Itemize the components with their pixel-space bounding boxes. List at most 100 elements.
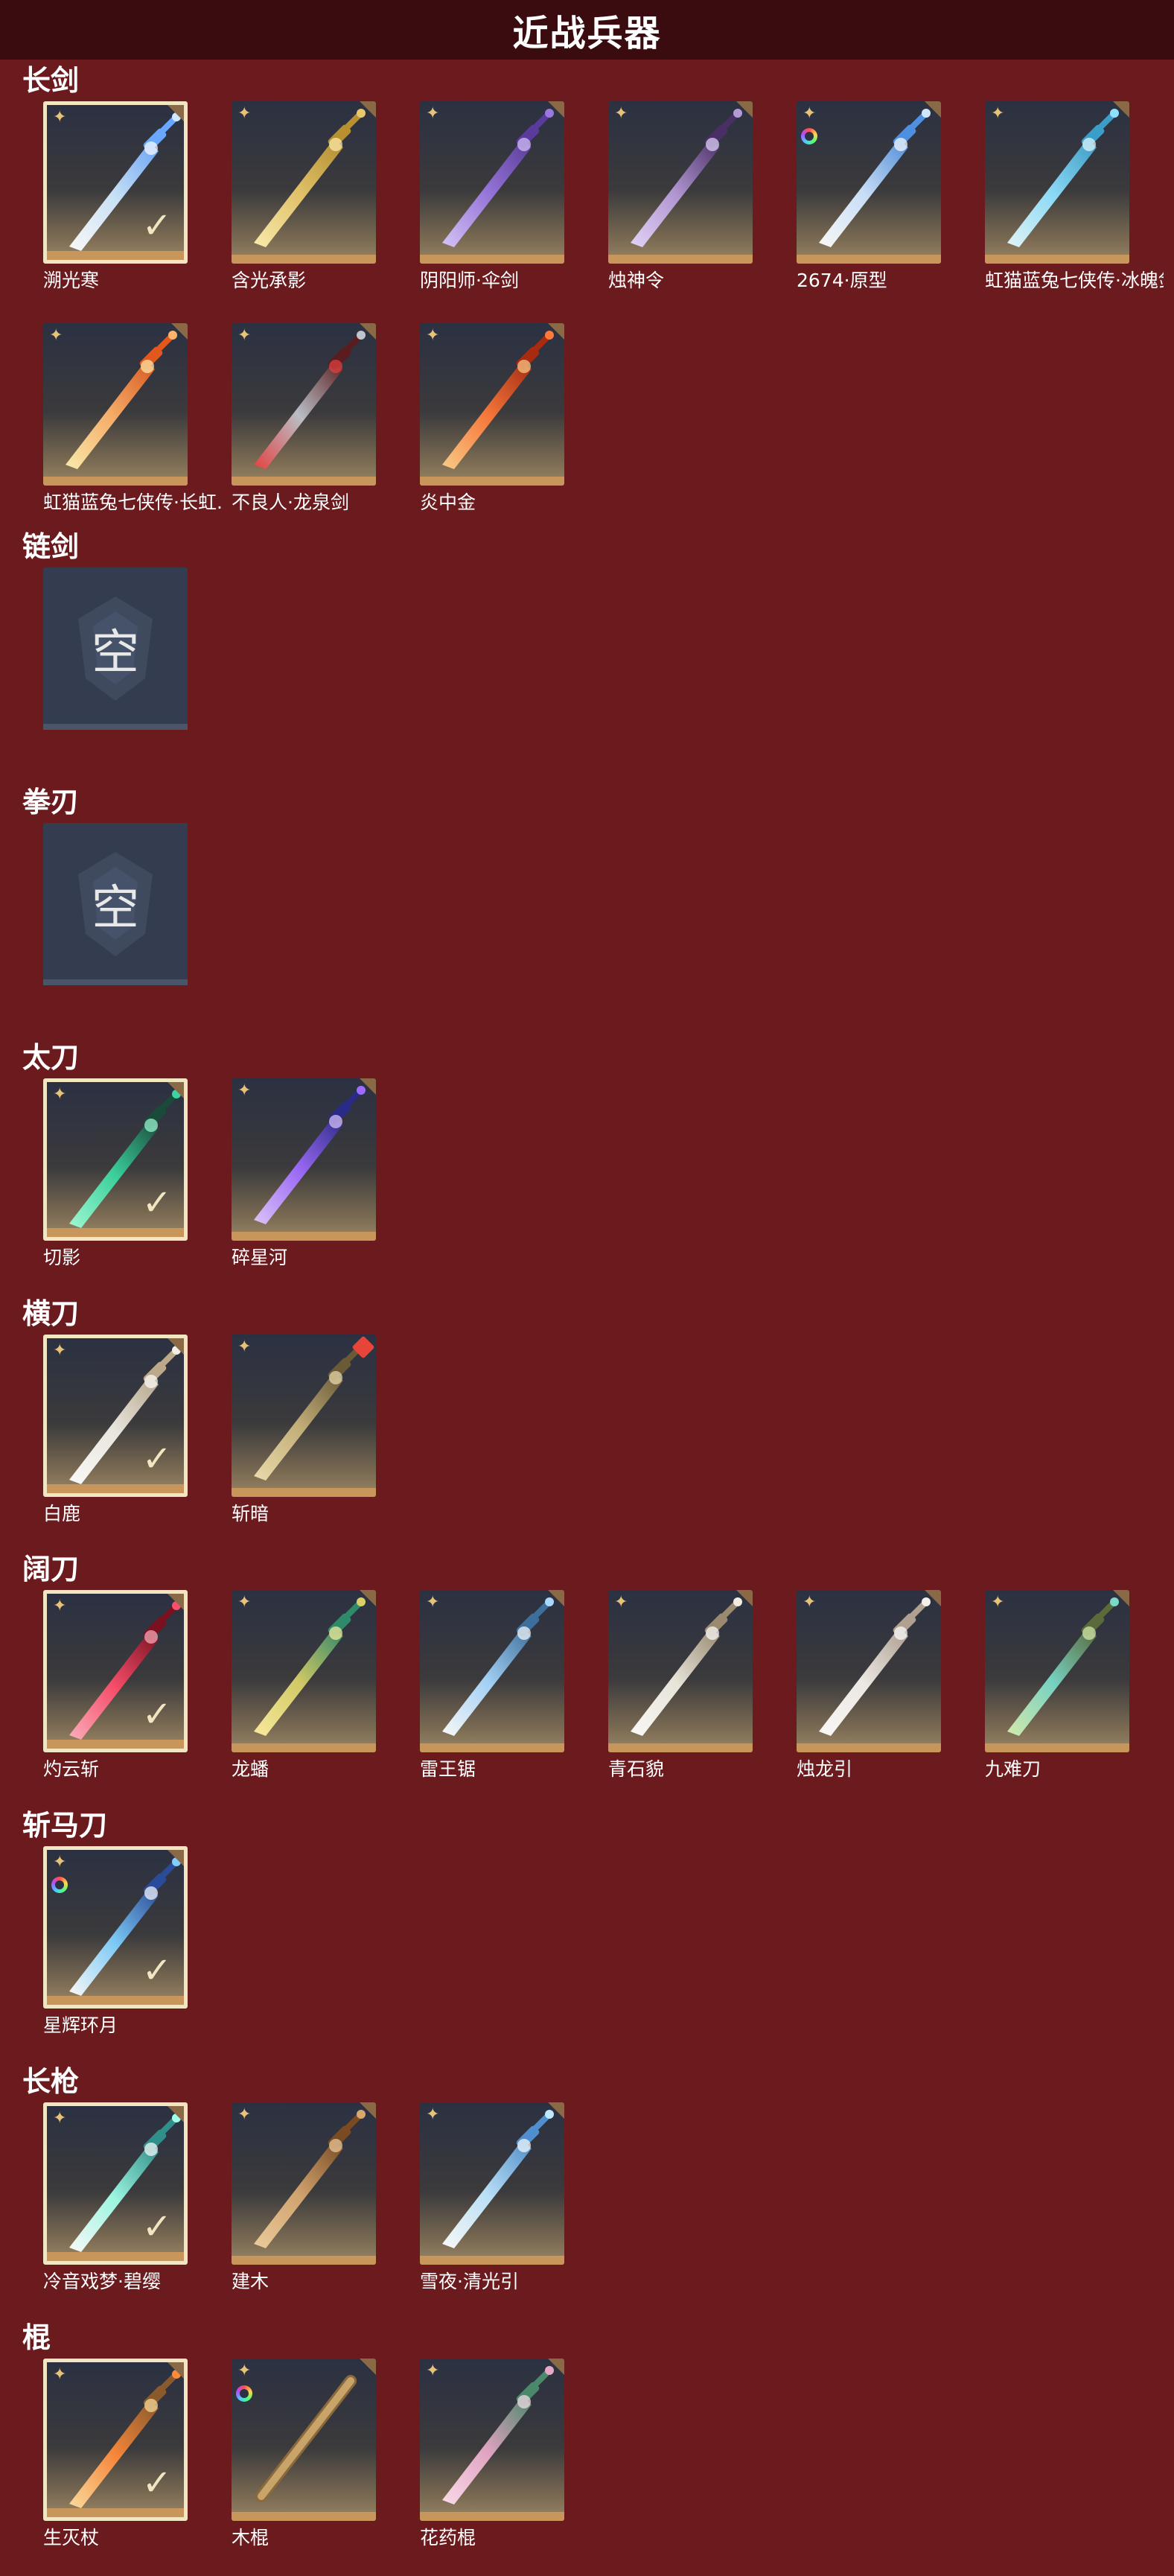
weapon-tile[interactable]: ✦ [797, 101, 941, 264]
empty-weapon-slot[interactable]: 空 [43, 567, 188, 761]
tile-bottom-bar [420, 477, 564, 486]
weapon-tile[interactable]: ✦ [232, 1335, 376, 1497]
weapon-tile[interactable]: ✦ [985, 1590, 1129, 1752]
weapon-tile[interactable]: ✦ [985, 101, 1129, 264]
corner-tab-icon [548, 1590, 564, 1606]
weapon-tile[interactable]: ✦ [232, 323, 376, 486]
rarity-star-icon: ✦ [49, 326, 63, 345]
weapon-name: 不良人·龙泉剑 [232, 492, 349, 513]
weapon-tile[interactable]: ✦ ✓ [43, 2102, 188, 2265]
category-title: 棍 [22, 2321, 51, 2354]
weapon-card[interactable]: ✦ 花药棍 [420, 2359, 564, 2552]
corner-tab-icon [360, 323, 376, 340]
weapon-card[interactable]: ✦ 2674·原型 [797, 101, 941, 295]
tile-bottom-bar [47, 1740, 184, 1749]
tile-bottom-bar [797, 1743, 941, 1752]
weapon-card[interactable]: ✦ 含光承影 [232, 101, 376, 295]
corner-tab-icon [168, 2106, 184, 2122]
equipped-check-icon: ✓ [141, 205, 172, 247]
weapon-card[interactable]: ✦ ✓ 生灭杖 [43, 2359, 188, 2552]
weapon-card[interactable]: ✦ ✓ 冷音戏梦·碧缨 [43, 2102, 188, 2296]
weapon-card[interactable]: ✦ 虹猫蓝兔七侠传·长虹.. [43, 323, 222, 517]
weapon-tile[interactable]: ✦ ✓ [43, 1335, 188, 1497]
empty-weapon-slot[interactable]: 空 [43, 823, 188, 1017]
tile-bottom-bar [232, 1232, 376, 1241]
weapon-card[interactable]: ✦ 建木 [232, 2102, 376, 2296]
weapon-card[interactable]: ✦ 炎中金 [420, 323, 564, 517]
weapon-card[interactable]: ✦ ✓ 星辉环月 [43, 1846, 188, 2040]
weapon-tile[interactable]: ✦ [43, 323, 188, 486]
weapon-tile[interactable]: ✦ ✓ [43, 1078, 188, 1241]
weapon-card[interactable]: ✦ 青石貌 [608, 1590, 753, 1784]
weapon-name: 建木 [232, 2271, 269, 2292]
empty-label: 空 [92, 626, 139, 681]
rarity-star-icon: ✦ [237, 2105, 252, 2124]
weapon-card[interactable]: ✦ ✓ 溯光寒 [43, 101, 188, 295]
weapon-card[interactable]: ✦ ✓ 灼云斩 [43, 1590, 188, 1784]
weapon-name: 雷王锯 [420, 1758, 476, 1780]
weapon-card[interactable]: ✦ 木棍 [232, 2359, 376, 2552]
weapon-tile[interactable]: ✦ ✓ [43, 2359, 188, 2521]
weapon-card[interactable]: ✦ 不良人·龙泉剑 [232, 323, 376, 517]
corner-tab-icon [168, 2362, 184, 2379]
empty-slot-tile[interactable]: 空 [43, 567, 188, 730]
weapon-name: 炎中金 [420, 492, 476, 513]
weapon-card[interactable]: ✦ ✓ 切影 [43, 1078, 188, 1272]
tile-bottom-bar [47, 2252, 184, 2261]
tile-bottom-bar [420, 2256, 564, 2265]
weapon-tile[interactable]: ✦ ✓ [43, 1846, 188, 2009]
pale-broadsword-icon [819, 1597, 931, 1736]
rarity-star-icon: ✦ [991, 1593, 1005, 1612]
empty-slot-tile[interactable]: 空 [43, 823, 188, 985]
weapon-name: 碎星河 [232, 1247, 288, 1268]
weapon-tile[interactable]: ✦ [232, 2102, 376, 2265]
weapon-tile[interactable]: ✦ [232, 101, 376, 264]
weapon-tile[interactable]: ✦ [608, 101, 753, 264]
rarity-star-icon: ✦ [426, 104, 440, 123]
weapon-card[interactable]: ✦ 九难刀 [985, 1590, 1129, 1784]
weapon-tile[interactable]: ✦ ✓ [43, 1590, 188, 1752]
corner-tab-icon [925, 1590, 941, 1606]
weapon-card[interactable]: ✦ 雷王锯 [420, 1590, 564, 1784]
weapon-card[interactable]: ✦ 虹猫蓝兔七侠传·冰魄剑 [985, 101, 1164, 295]
weapon-card[interactable]: ✦ 雪夜·清光引 [420, 2102, 564, 2296]
tile-bottom-bar [47, 1996, 184, 2005]
weapon-name: 生灭杖 [43, 2527, 100, 2548]
weapon-tile[interactable]: ✦ [232, 2359, 376, 2521]
weapon-tile[interactable]: ✦ [232, 1590, 376, 1752]
weapon-card[interactable]: ✦ 烛神令 [608, 101, 753, 295]
weapon-tile[interactable]: ✦ [420, 101, 564, 264]
rarity-star-icon: ✦ [426, 2105, 440, 2124]
weapon-name: 灼云斩 [43, 1758, 100, 1780]
tile-bottom-bar [47, 2508, 184, 2517]
weapon-tile[interactable]: ✦ [420, 2359, 564, 2521]
bronze-blade-icon [254, 1342, 366, 1481]
weapon-tile[interactable]: ✦ [608, 1590, 753, 1752]
ice-spear-icon [442, 2110, 554, 2248]
weapon-tile[interactable]: ✦ ✓ [43, 101, 188, 264]
corner-tab-icon [360, 2359, 376, 2375]
page-title: 近战兵器 [512, 13, 662, 54]
weapon-tile[interactable]: ✦ [420, 1590, 564, 1752]
rarity-star-icon: ✦ [53, 2109, 67, 2128]
slot-bottom-bar [43, 979, 188, 985]
weapon-tile[interactable]: ✦ [232, 1078, 376, 1241]
weapon-card[interactable]: ✦ 阴阳师·伞剑 [420, 101, 564, 295]
rainbow-ring-icon [51, 1877, 68, 1893]
light-saber-sword-icon [819, 109, 931, 247]
weapon-tile[interactable]: ✦ [420, 2102, 564, 2265]
weapon-card[interactable]: ✦ 龙蟠 [232, 1590, 376, 1784]
weapon-card[interactable]: ✦ 烛龙引 [797, 1590, 941, 1784]
rarity-star-icon: ✦ [53, 1085, 67, 1104]
weapon-name: 青石貌 [608, 1758, 665, 1780]
weapon-card[interactable]: ✦ 碎星河 [232, 1078, 376, 1272]
category-title: 长枪 [22, 2065, 80, 2098]
weapon-card[interactable]: ✦ ✓ 白鹿 [43, 1335, 188, 1528]
weapon-tile[interactable]: ✦ [797, 1590, 941, 1752]
corner-tab-icon [548, 323, 564, 340]
rarity-star-icon: ✦ [237, 2362, 252, 2380]
wooden-staff-icon [255, 2375, 357, 2502]
equipped-check-icon: ✓ [141, 1438, 172, 1480]
weapon-card[interactable]: ✦ 斩暗 [232, 1335, 376, 1528]
weapon-tile[interactable]: ✦ [420, 323, 564, 486]
